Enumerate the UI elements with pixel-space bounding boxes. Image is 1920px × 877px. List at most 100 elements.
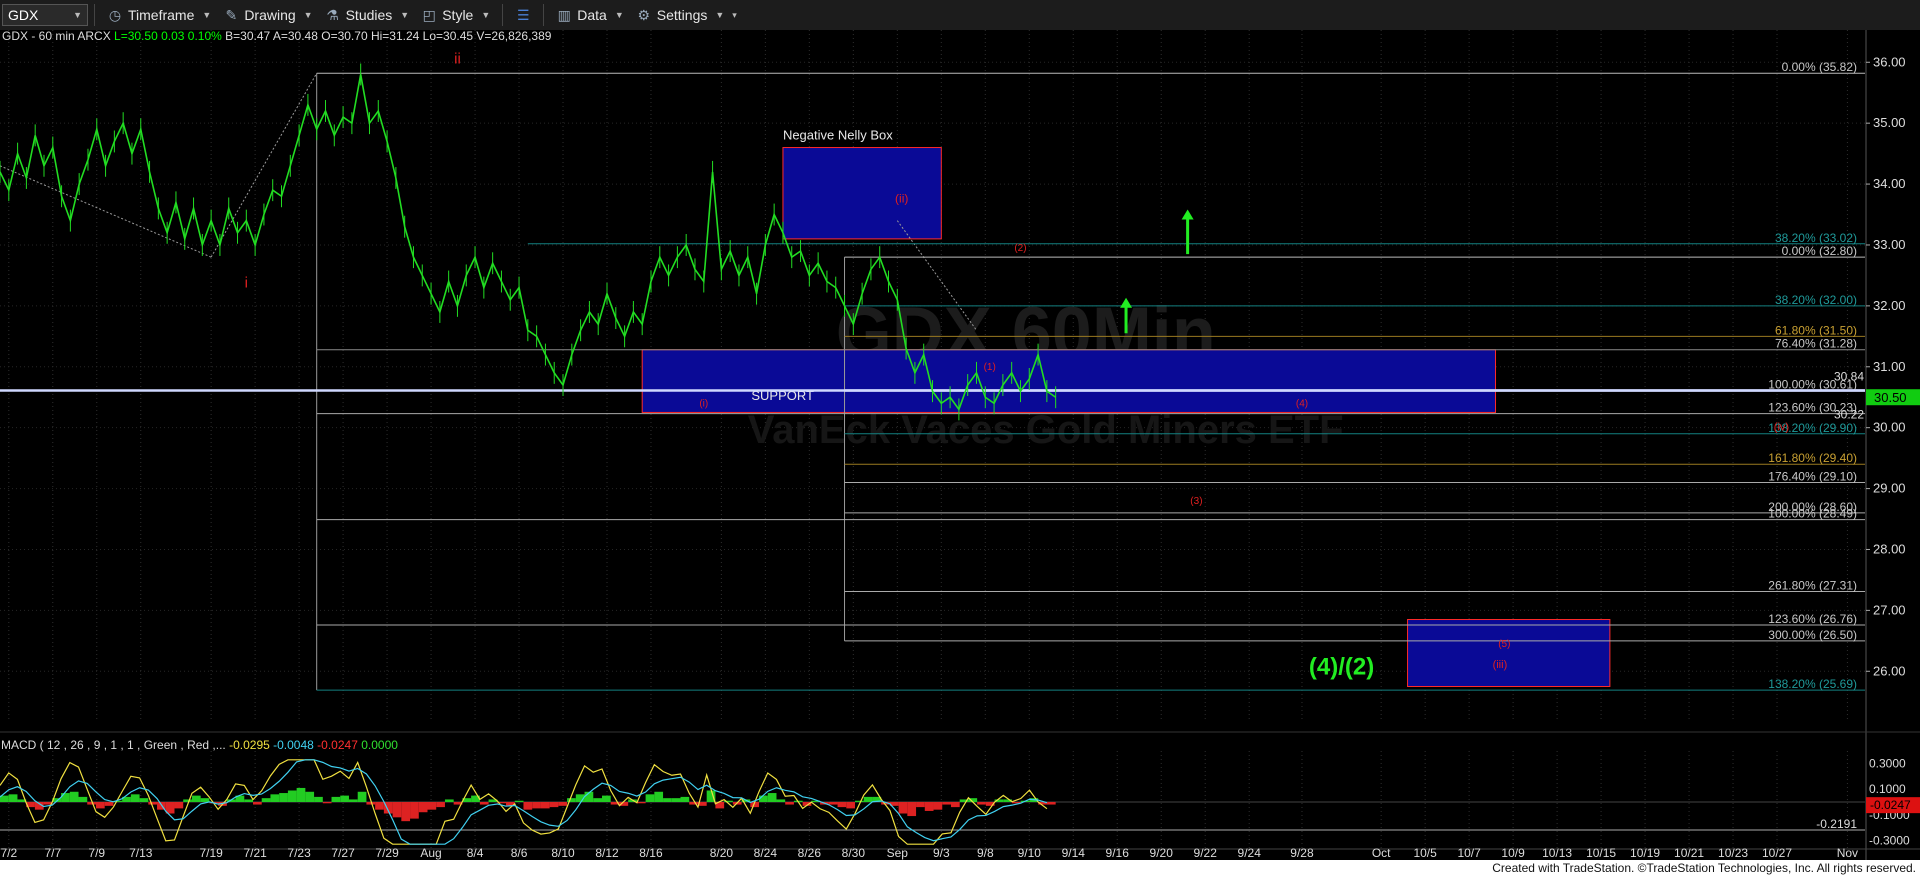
negative-nelly-box[interactable]: [782, 147, 942, 240]
data-menu[interactable]: ▥ Data ▼: [550, 7, 630, 23]
macd-histogram-bar: [785, 802, 794, 805]
macd-histogram-bar: [104, 802, 114, 806]
price-axis-label: 29.00: [1873, 481, 1906, 496]
macd-histogram-bar: [87, 802, 96, 805]
wave-label: (2): [1014, 243, 1026, 254]
wave-label: (4)/(2): [1309, 653, 1374, 680]
price-axis-marker-label: 30.84: [1834, 370, 1864, 384]
date-axis-label: 9/20: [1150, 846, 1174, 860]
date-axis-label: 8/4: [467, 846, 484, 860]
studies-menu[interactable]: ⚗ Studies ▼: [319, 7, 416, 23]
price-axis-label: 32.00: [1873, 298, 1906, 313]
settings-label: Settings: [656, 7, 708, 23]
symbol-selector[interactable]: GDX ▼: [2, 4, 88, 26]
macd-histogram-bar: [357, 791, 367, 802]
macd-histogram-bar: [375, 802, 384, 810]
date-axis-label: 10/23: [1718, 846, 1748, 860]
macd-histogram-bar: [427, 802, 437, 810]
wave-label: (iv): [1774, 422, 1789, 434]
date-axis-label: 8/20: [710, 846, 734, 860]
date-axis-label: 9/10: [1018, 846, 1042, 860]
timeframe-label: Timeframe: [128, 7, 195, 23]
macd-histogram-bar: [61, 793, 70, 802]
pencil-icon: ✎: [225, 7, 238, 23]
date-axis-label: 7/23: [287, 846, 311, 860]
toolbar: GDX ▼ ◷ Timeframe ▼ ✎ Drawing ▼ ⚗ Studie…: [0, 0, 1920, 31]
macd-histogram-bar: [654, 791, 664, 802]
macd-histogram-bar: [854, 800, 864, 802]
macd-histogram-bar: [907, 802, 917, 817]
date-axis-label: 8/6: [511, 846, 528, 860]
layout-button[interactable]: ☰: [509, 7, 537, 23]
fib-level-label: 138.20% (25.69): [1768, 677, 1857, 691]
macd-histogram-bar: [549, 802, 559, 808]
flask-icon: ⚗: [326, 7, 339, 23]
macd-histogram-bar: [767, 793, 777, 802]
macd-histogram-bar: [314, 796, 323, 802]
quote-field: B=30.47: [222, 30, 271, 43]
macd-histogram-bar: [148, 802, 158, 805]
macd-histogram-bar: [671, 798, 681, 802]
macd-histogram-bar: [244, 799, 254, 802]
layout-icon: ☰: [516, 7, 530, 23]
macd-value: -0.0048: [270, 738, 314, 752]
studies-label: Studies: [345, 7, 393, 23]
macd-histogram-bar: [924, 802, 934, 811]
date-axis-label: 9/3: [933, 846, 950, 860]
macd-histogram-bar: [558, 802, 568, 806]
date-axis-label: 10/19: [1630, 846, 1660, 860]
macd-histogram-bar: [663, 798, 672, 802]
copyright-text: Created with TradeStation. ©TradeStation…: [1492, 861, 1916, 875]
price-axis-label: 36.00: [1873, 54, 1906, 69]
macd-axis-label: 0.3000: [1869, 757, 1906, 771]
date-axis-label: 10/7: [1457, 846, 1481, 860]
macd-histogram-bar: [331, 796, 341, 802]
price-axis-label: 28.00: [1873, 541, 1906, 556]
toolbar-divider: [502, 4, 504, 26]
date-axis-label: 7/21: [243, 846, 267, 860]
macd-histogram-bar: [366, 802, 376, 805]
wave-label: i: [245, 275, 248, 292]
macd-histogram-bar: [296, 787, 306, 802]
macd-histogram-bar: [837, 802, 847, 808]
date-axis-label: 10/15: [1586, 846, 1616, 860]
settings-menu[interactable]: ⚙ Settings ▼ ▾: [630, 7, 743, 23]
date-axis-label: 9/24: [1238, 846, 1262, 860]
target-box[interactable]: [1407, 619, 1611, 688]
macd-histogram-bar: [261, 798, 271, 802]
macd-histogram-bar: [253, 802, 262, 805]
price-axis-label: 33.00: [1873, 237, 1906, 252]
macd-histogram-bar: [348, 799, 358, 802]
data-label: Data: [577, 7, 607, 23]
price-axis-label: 26.00: [1873, 663, 1906, 678]
macd-histogram-bar: [863, 796, 873, 802]
price-axis-label: 27.00: [1873, 602, 1906, 617]
macd-histogram-bar: [933, 802, 943, 810]
drawing-menu[interactable]: ✎ Drawing ▼: [217, 7, 318, 23]
macd-histogram-bar: [1046, 802, 1056, 805]
date-axis-label: 10/13: [1542, 846, 1572, 860]
date-axis-label: Nov: [1837, 846, 1858, 860]
date-axis-label: 10/9: [1501, 846, 1525, 860]
negative-nelly-box-label: Negative Nelly Box: [783, 127, 893, 142]
toolbar-divider: [543, 4, 545, 26]
macd-histogram-bar: [95, 802, 105, 809]
fib-level-label: 100.00% (28.49): [1768, 507, 1857, 521]
macd-histogram-bar: [479, 802, 489, 805]
date-axis-label: 8/30: [842, 846, 866, 860]
date-axis-label: 7/27: [331, 846, 355, 860]
price-axis-marker-label: 30.22: [1834, 407, 1864, 421]
date-axis-label: 10/27: [1762, 846, 1792, 860]
wave-label: ii: [454, 50, 461, 67]
macd-histogram-bar: [828, 802, 838, 805]
macd-histogram-bar: [200, 798, 210, 802]
timeframe-menu[interactable]: ◷ Timeframe ▼: [101, 7, 217, 23]
style-menu[interactable]: ◰ Style ▼: [415, 7, 496, 23]
macd-histogram-bar: [418, 802, 428, 813]
date-axis-label: 9/28: [1290, 846, 1314, 860]
quote-field: Hi=31.24: [368, 30, 420, 43]
macd-axis-label: -0.3000: [1869, 833, 1910, 847]
price-chart[interactable]: GDX - 60 min ARCX L=30.50 0.03 0.10% B=3…: [0, 30, 1920, 860]
date-axis-label: 7/2: [0, 846, 17, 860]
date-axis-label: 7/19: [199, 846, 223, 860]
